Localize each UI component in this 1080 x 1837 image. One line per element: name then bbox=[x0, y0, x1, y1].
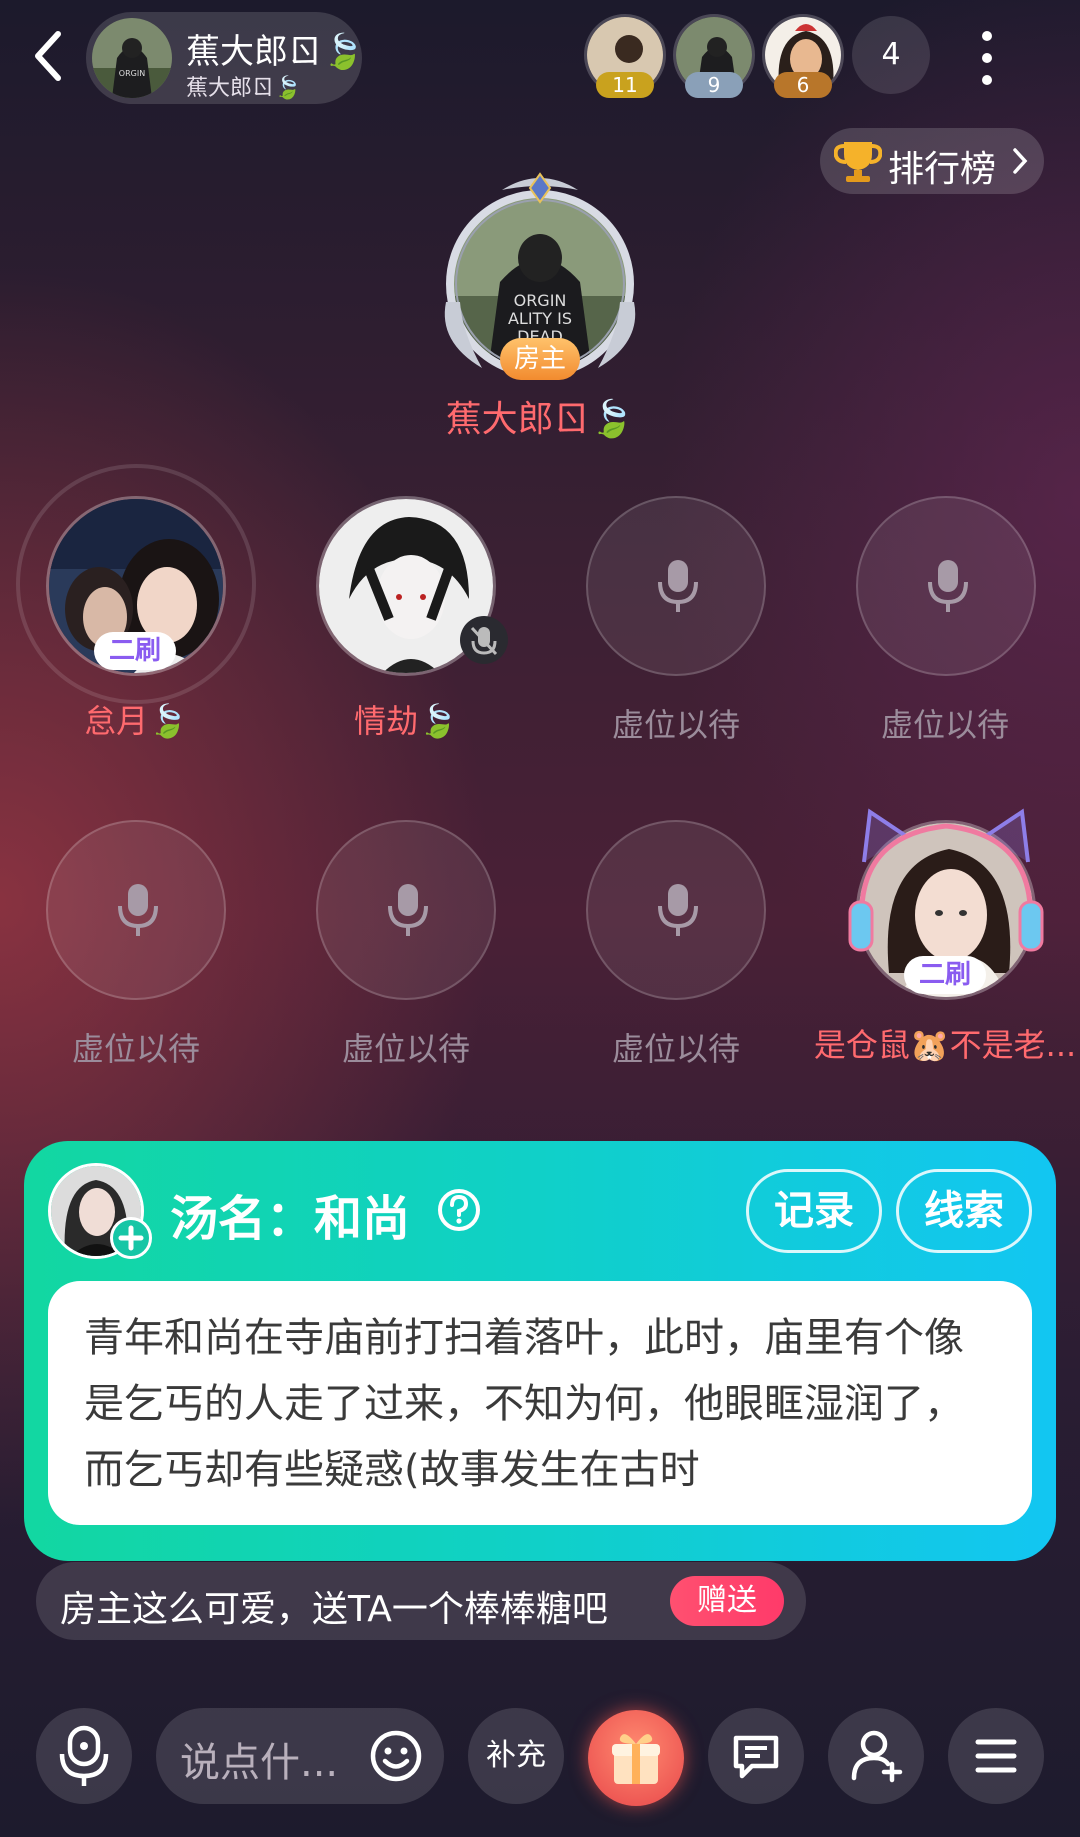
mic-icon bbox=[59, 1725, 109, 1786]
chat-input[interactable]: 说点什... bbox=[156, 1708, 444, 1804]
mic-icon bbox=[928, 560, 968, 612]
mic-icon bbox=[658, 884, 698, 936]
seat-6-label: 虚位以待 bbox=[341, 1030, 470, 1068]
menu-button[interactable] bbox=[948, 1708, 1044, 1804]
chat-placeholder: 说点什... bbox=[180, 1740, 339, 1786]
cat-ear-headphones-icon bbox=[848, 808, 1044, 952]
audience-avatar-3[interactable]: 6 bbox=[762, 14, 844, 98]
plus-icon bbox=[118, 1225, 144, 1251]
seat-3[interactable] bbox=[586, 496, 766, 676]
seat-4-label: 虚位以待 bbox=[880, 706, 1009, 744]
mic-toggle-button[interactable] bbox=[36, 1708, 132, 1804]
game-title: 汤名：和尚 bbox=[170, 1191, 411, 1247]
mic-icon bbox=[118, 884, 158, 936]
add-user-icon bbox=[851, 1730, 903, 1783]
host-tag: 房主 bbox=[500, 338, 580, 380]
emoji-icon[interactable] bbox=[368, 1728, 424, 1784]
seat-5-label: 虚位以待 bbox=[71, 1030, 200, 1068]
hamburger-menu-icon bbox=[975, 1739, 1017, 1773]
seat-3-label: 虚位以待 bbox=[611, 706, 740, 744]
help-icon[interactable] bbox=[436, 1187, 482, 1233]
message-icon bbox=[733, 1735, 779, 1779]
gift-suggestion-text: 房主这么可爱，送TA一个棒棒糖吧 bbox=[60, 1589, 608, 1630]
mic-icon bbox=[658, 560, 698, 612]
more-menu-button[interactable] bbox=[980, 28, 994, 88]
room-owner-pill[interactable]: ORGIN 蕉大郎ㄖ🍃 蕉大郎ㄖ🍃 bbox=[86, 12, 365, 104]
mic-icon bbox=[388, 884, 428, 936]
seat-1-tag: 二刷 bbox=[94, 632, 176, 670]
story-box: 青年和尚在寺庙前打扫着落叶，此时，庙里有个像是乞丐的人走了过来，不知为何，他眼眶… bbox=[48, 1281, 1032, 1525]
gift-suggestion: 房主这么可爱，送TA一个棒棒糖吧 赠送 bbox=[36, 1562, 806, 1640]
seat-8-tag: 二刷 bbox=[904, 956, 986, 994]
ranking-label: 排行榜 bbox=[888, 149, 997, 190]
seat-7-label: 虚位以待 bbox=[611, 1030, 740, 1068]
follow-plus-button[interactable] bbox=[110, 1217, 152, 1259]
more-vertical-icon bbox=[982, 31, 992, 85]
level-badge: 6 bbox=[774, 72, 832, 98]
ranking-button[interactable]: 排行榜 bbox=[820, 128, 1044, 194]
host-name: 蕉大郎ㄖ🍃 bbox=[445, 399, 635, 440]
audience-avatar-1[interactable]: 11 bbox=[584, 14, 666, 98]
send-gift-button[interactable]: 赠送 bbox=[670, 1576, 784, 1626]
trophy-icon bbox=[834, 142, 882, 182]
chevron-right-icon bbox=[1013, 148, 1028, 174]
gift-icon bbox=[612, 1734, 660, 1784]
invite-user-button[interactable] bbox=[828, 1708, 924, 1804]
seat-8-label: 是仓鼠🐹不是老... bbox=[813, 1026, 1077, 1064]
clue-button[interactable]: 线索 bbox=[896, 1169, 1032, 1253]
record-button[interactable]: 记录 bbox=[746, 1169, 882, 1253]
audience-count[interactable]: 4 bbox=[852, 16, 930, 94]
seat-4[interactable] bbox=[856, 496, 1036, 676]
owner-name: 蕉大郎ㄖ🍃 bbox=[186, 32, 365, 72]
level-badge: 9 bbox=[685, 72, 743, 98]
messages-button[interactable] bbox=[708, 1708, 804, 1804]
level-badge: 11 bbox=[596, 72, 654, 98]
chevron-left-icon bbox=[35, 31, 61, 81]
seat-2-label: 情劫🍃 bbox=[354, 702, 458, 740]
svg-text:ORGIN: ORGIN bbox=[119, 69, 145, 78]
gift-button[interactable] bbox=[588, 1710, 684, 1806]
muted-mic-icon bbox=[460, 616, 508, 664]
soup-game-card: 汤名：和尚 记录 线索 青年和尚在寺庙前打扫着落叶，此时，庙里有个像是乞丐的人走… bbox=[24, 1141, 1056, 1561]
owner-subname: 蕉大郎ㄖ🍃 bbox=[186, 76, 302, 101]
owner-avatar: ORGIN bbox=[92, 18, 172, 98]
seat-7[interactable] bbox=[586, 820, 766, 1000]
seat-1-label: 怠月🍃 bbox=[84, 702, 188, 740]
audience-avatar-2[interactable]: 9 bbox=[673, 14, 755, 98]
story-text: 青年和尚在寺庙前打扫着落叶，此时，庙里有个像是乞丐的人走了过来，不知为何，他眼眶… bbox=[84, 1315, 964, 1493]
supplement-button[interactable]: 补充 bbox=[468, 1708, 564, 1804]
seat-5[interactable] bbox=[46, 820, 226, 1000]
seat-6[interactable] bbox=[316, 820, 496, 1000]
back-button[interactable] bbox=[28, 28, 68, 84]
